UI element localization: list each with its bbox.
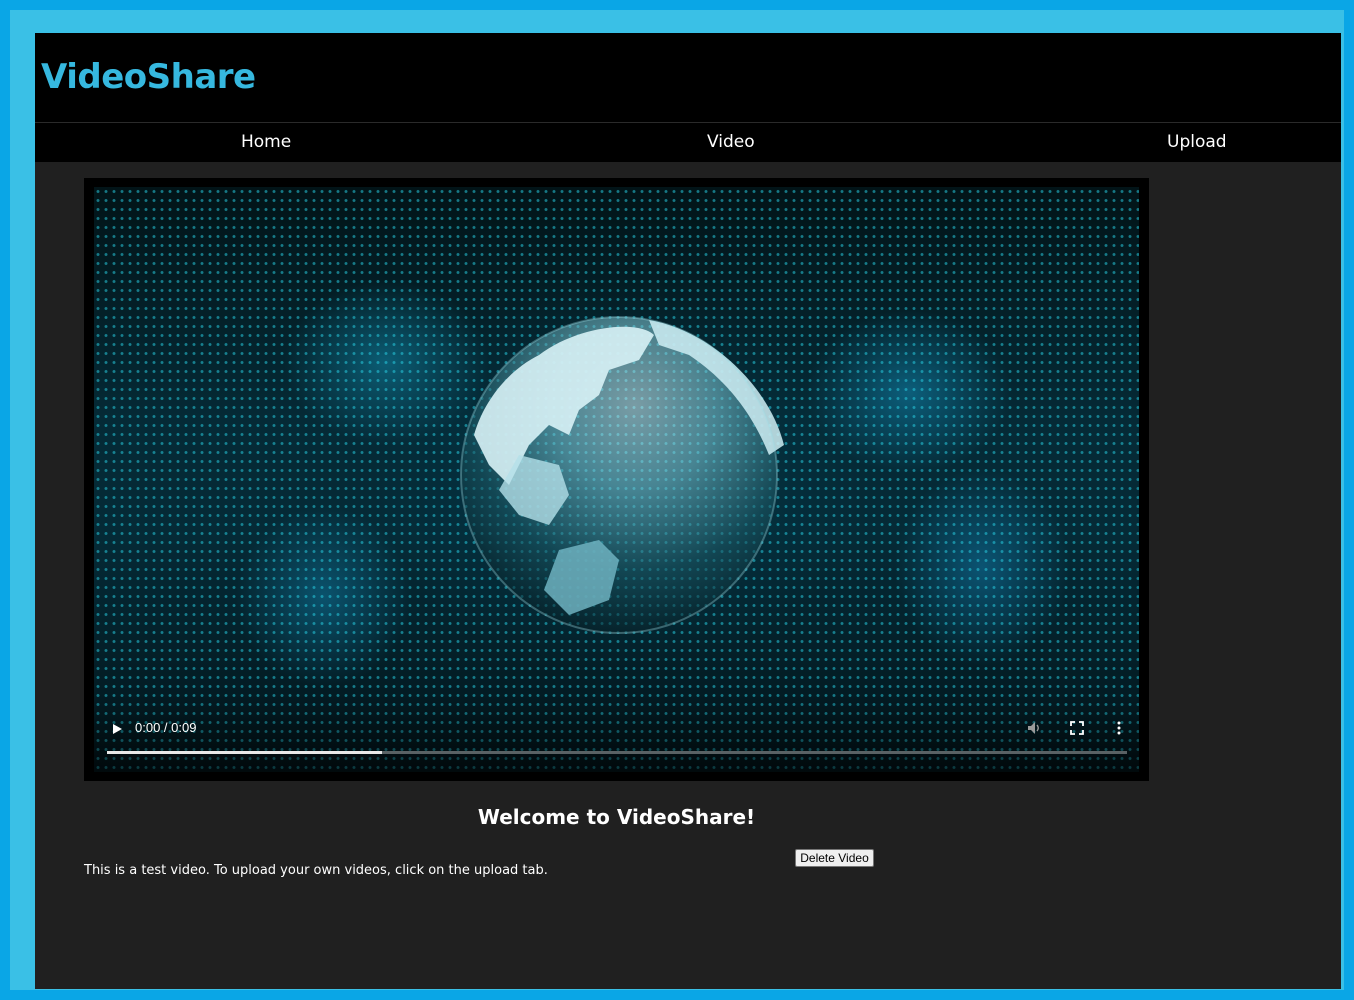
site-logo[interactable]: VideoShare xyxy=(41,57,256,97)
video-description: This is a test video. To upload your own… xyxy=(84,863,548,878)
welcome-heading: Welcome to VideoShare! xyxy=(477,805,756,829)
nav-item-video[interactable]: Video xyxy=(707,132,755,152)
nav-item-upload[interactable]: Upload xyxy=(1167,132,1227,152)
more-options-icon[interactable] xyxy=(1111,720,1127,736)
time-display: 0:00 / 0:09 xyxy=(135,720,197,735)
globe-image xyxy=(460,316,784,634)
nav-item-home[interactable]: Home xyxy=(241,132,291,152)
site-header: VideoShare xyxy=(35,33,1341,123)
controls-overlay xyxy=(94,692,1139,772)
play-icon[interactable] xyxy=(110,722,124,736)
delete-video-button[interactable]: Delete Video xyxy=(795,849,874,867)
main-nav: Home Video Upload xyxy=(35,123,1341,162)
window-frame: VideoShare Home Video Upload 0:00 / 0:09… xyxy=(0,0,1354,1000)
progress-bar[interactable] xyxy=(107,751,1127,754)
video-frame[interactable]: 0:00 / 0:09 xyxy=(94,187,1139,772)
progress-fill xyxy=(107,751,383,754)
mute-icon[interactable] xyxy=(1026,720,1042,736)
fullscreen-icon[interactable] xyxy=(1069,720,1085,736)
app-container: VideoShare Home Video Upload 0:00 / 0:09… xyxy=(35,33,1341,989)
video-player[interactable]: 0:00 / 0:09 xyxy=(84,178,1149,781)
